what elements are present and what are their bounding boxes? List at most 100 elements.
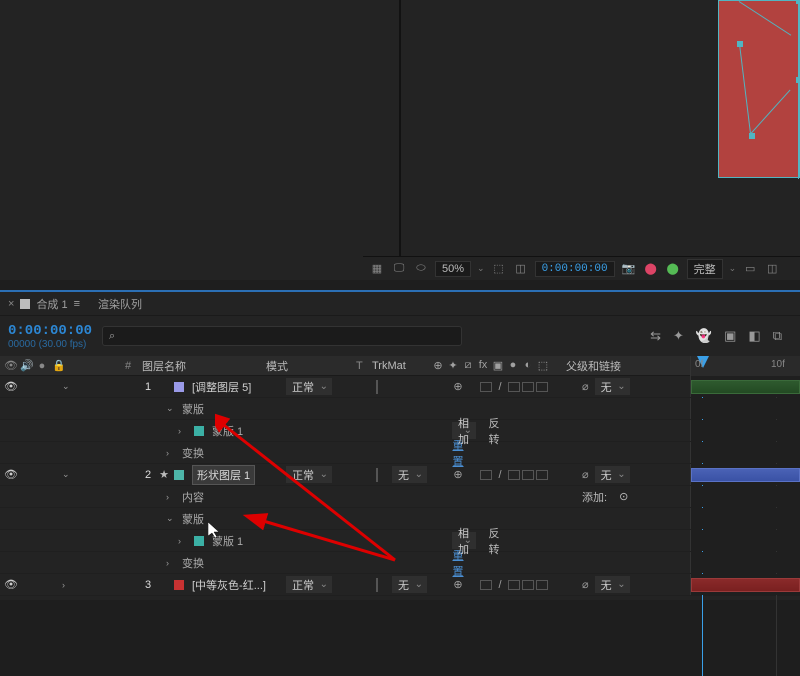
property-group-label: 内容 — [182, 489, 204, 505]
mask-mode-dropdown[interactable]: 相加 — [452, 422, 476, 439]
timeline-panel: × 合成 1 ≡ 渲染队列 0:00:00:00 00000 (30.00 fp… — [0, 290, 800, 600]
layer-row[interactable]: 👁⌄2★形状图层 1正常无⊕/⌀无 — [0, 464, 800, 486]
twisty-icon[interactable]: › — [166, 558, 178, 568]
pickwhip-icon[interactable]: ⌀ — [582, 578, 589, 591]
comp-shape-red[interactable] — [718, 0, 800, 178]
property-row[interactable]: › 内容 添加: ⊙ — [0, 486, 800, 508]
grid-icon[interactable]: ▦ — [369, 262, 385, 276]
pickwhip-icon[interactable]: ⌀ — [582, 468, 589, 481]
property-group-label: 蒙版 — [182, 511, 204, 527]
preserve-transparency[interactable] — [376, 578, 378, 592]
time-ruler[interactable]: 0f 10f — [690, 356, 800, 376]
view2-icon[interactable]: ◫ — [764, 262, 780, 276]
tab-label: 合成 1 — [36, 296, 67, 312]
draft3d-icon[interactable]: ▣ — [724, 328, 736, 344]
star-icon: ★ — [158, 468, 170, 481]
twisty-icon[interactable]: › — [178, 426, 190, 436]
twisty-icon[interactable]: › — [178, 536, 190, 546]
layer-bar[interactable] — [691, 468, 800, 482]
col-number[interactable]: # — [118, 360, 138, 372]
eye-icon[interactable]: 👁 — [4, 468, 18, 481]
parent-dropdown[interactable]: 无 — [595, 466, 630, 483]
property-row[interactable]: ›变换重置 — [0, 442, 800, 464]
add-button-icon[interactable]: ⊙ — [619, 490, 628, 503]
view1-icon[interactable]: ▭ — [742, 262, 758, 276]
twisty-icon[interactable]: ⌄ — [166, 513, 178, 524]
mask-mode-dropdown[interactable]: 相加 — [452, 532, 476, 549]
col-t[interactable]: T — [356, 360, 372, 372]
col-mode[interactable]: 模式 — [266, 358, 356, 374]
search-input[interactable]: ⌕ — [102, 326, 462, 346]
blend-mode-dropdown[interactable]: 正常 — [286, 576, 332, 593]
add-label: 添加: — [582, 489, 607, 505]
tab-comp-1[interactable]: × 合成 1 ≡ — [8, 296, 80, 312]
tab-label: 渲染队列 — [98, 296, 142, 312]
twisty-icon[interactable]: › — [166, 492, 178, 502]
property-row[interactable]: ›蒙版 1相加反转 — [0, 420, 800, 442]
preserve-transparency[interactable] — [376, 468, 378, 482]
roi-icon[interactable]: ⬚ — [491, 262, 507, 276]
current-timecode[interactable]: 0:00:00:00 — [8, 323, 92, 339]
property-row[interactable]: ⌄ 蒙版 — [0, 508, 800, 530]
monitor-icon[interactable]: 🖵 — [391, 262, 407, 276]
property-row[interactable]: ›变换重置 — [0, 552, 800, 574]
layer-name[interactable]: 形状图层 1 — [192, 465, 255, 485]
twisty-icon[interactable]: ⌄ — [166, 403, 178, 414]
eye-icon[interactable]: 👁 — [4, 380, 18, 393]
mask-color-swatch[interactable] — [194, 536, 204, 546]
solo-header-icon[interactable]: ● — [36, 360, 48, 372]
blend-mode-dropdown[interactable]: 正常 — [286, 378, 332, 395]
layer-row[interactable]: 👁›3[中等灰色-红...]正常无⊕/⌀无 — [0, 574, 800, 596]
layer-name[interactable]: [中等灰色-红...] — [192, 577, 266, 593]
trkmat-dropdown[interactable]: 无 — [392, 466, 427, 483]
mask-name[interactable]: 蒙版 1 — [212, 423, 243, 439]
layer-color-swatch — [174, 382, 184, 392]
preserve-transparency[interactable] — [376, 380, 378, 394]
zoom-dropdown[interactable]: 50% — [435, 261, 471, 277]
parent-dropdown[interactable]: 无 — [595, 378, 630, 395]
tab-render-queue[interactable]: 渲染队列 — [98, 296, 142, 312]
col-parent[interactable]: 父级和链接 — [562, 358, 690, 374]
property-row[interactable]: ›蒙版 1相加反转 — [0, 530, 800, 552]
channel-icon-2[interactable]: ⬤ — [665, 262, 681, 276]
frame-blend-icon[interactable]: ◧ — [748, 328, 760, 344]
eye-header-icon[interactable]: 👁 — [4, 359, 16, 372]
twisty-icon[interactable]: ⌄ — [62, 381, 74, 392]
eye-icon[interactable]: 👁 — [4, 578, 18, 591]
snapshot-icon[interactable]: 📷 — [621, 262, 637, 276]
property-row[interactable]: ⌄蒙版 — [0, 398, 800, 420]
preview-pane-left[interactable] — [0, 0, 401, 280]
parent-dropdown[interactable]: 无 — [595, 576, 630, 593]
layer-bar[interactable] — [691, 578, 800, 592]
pickwhip-icon[interactable]: ⌀ — [582, 380, 589, 393]
layer-color-swatch — [174, 470, 184, 480]
preview-pane-right[interactable] — [401, 0, 800, 280]
twisty-icon[interactable]: › — [166, 448, 178, 458]
speaker-header-icon[interactable]: 🔊 — [20, 359, 32, 372]
fps-label: 00000 (30.00 fps) — [8, 339, 92, 350]
twisty-icon[interactable]: › — [62, 580, 74, 590]
twisty-icon[interactable]: ⌄ — [62, 469, 74, 480]
mask-name[interactable]: 蒙版 1 — [212, 533, 243, 549]
preview-timecode[interactable]: 0:00:00:00 — [535, 261, 615, 277]
channel-icon[interactable]: ⬤ — [643, 262, 659, 276]
layer-bar[interactable] — [691, 380, 800, 394]
transparency-icon[interactable]: ◫ — [513, 262, 529, 276]
ruler-tick-10: 10f — [771, 359, 785, 370]
shy-icon[interactable]: 👻 — [696, 328, 712, 344]
layer-row[interactable]: 👁⌄1[调整图层 5]正常⊕/⌀无 — [0, 376, 800, 398]
tab-menu-icon[interactable]: ≡ — [74, 298, 80, 310]
blend-mode-dropdown[interactable]: 正常 — [286, 466, 332, 483]
comp-flow-icon[interactable]: ⇆ — [650, 328, 661, 344]
mask-color-swatch[interactable] — [194, 426, 204, 436]
resolution-dropdown[interactable]: 完整 — [687, 259, 723, 279]
wand-icon[interactable]: ✦ — [673, 328, 684, 344]
close-icon[interactable]: × — [8, 298, 14, 310]
graph-icon[interactable]: ⧉ — [773, 328, 782, 344]
layer-name[interactable]: [调整图层 5] — [192, 379, 251, 395]
lock-header-icon[interactable]: 🔒 — [52, 359, 64, 372]
mask-toggle-icon[interactable]: ⬭ — [413, 262, 429, 276]
trkmat-dropdown[interactable]: 无 — [392, 576, 427, 593]
col-layer-name[interactable]: 图层名称 — [138, 358, 266, 374]
col-trkmat[interactable]: TrkMat — [372, 360, 432, 372]
